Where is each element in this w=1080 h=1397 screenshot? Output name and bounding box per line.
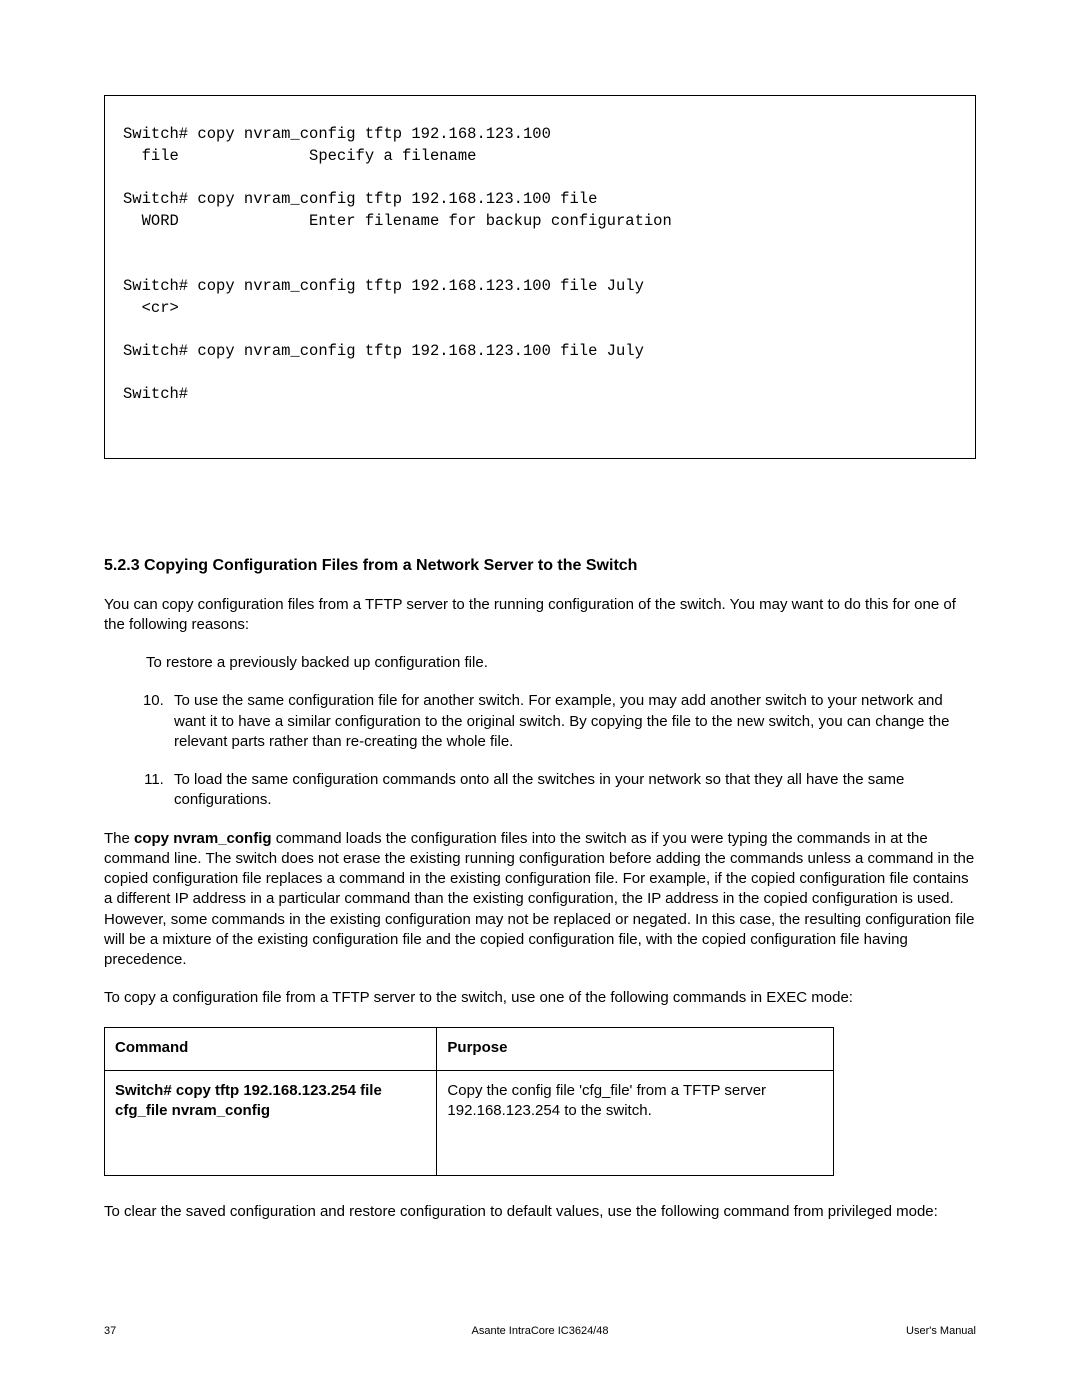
explain-before: The	[104, 830, 134, 847]
explain-paragraph: The copy nvram_config command loads the …	[104, 829, 976, 971]
purpose-cell: Copy the config file 'cfg_file' from a T…	[437, 1070, 834, 1176]
clear-paragraph: To clear the saved configuration and res…	[104, 1202, 976, 1222]
table-header-row: Command Purpose	[105, 1027, 834, 1070]
list-item: To load the same configuration commands …	[168, 770, 976, 811]
page-footer: 37 Asante IntraCore IC3624/48 User's Man…	[104, 1324, 976, 1339]
explain-after: command loads the configuration files in…	[104, 830, 974, 969]
footer-right: User's Manual	[906, 1324, 976, 1339]
command-cell: Switch# copy tftp 192.168.123.254 file c…	[105, 1070, 437, 1176]
table-leadin: To copy a configuration file from a TFTP…	[104, 988, 976, 1008]
terminal-output-box: Switch# copy nvram_config tftp 192.168.1…	[104, 95, 976, 459]
table-row: Switch# copy tftp 192.168.123.254 file c…	[105, 1070, 834, 1176]
reasons-list: To use the same configuration file for a…	[104, 691, 976, 810]
document-page: Switch# copy nvram_config tftp 192.168.1…	[0, 0, 1080, 1397]
column-header-purpose: Purpose	[437, 1027, 834, 1070]
restore-paragraph: To restore a previously backed up config…	[146, 653, 976, 673]
list-item: To use the same configuration file for a…	[168, 691, 976, 752]
intro-paragraph: You can copy configuration files from a …	[104, 595, 976, 636]
footer-center: Asante IntraCore IC3624/48	[104, 1324, 976, 1339]
command-table: Command Purpose Switch# copy tftp 192.16…	[104, 1027, 834, 1177]
inline-command: copy nvram_config	[134, 830, 272, 847]
section-number: 5.2.3	[104, 557, 140, 574]
section-heading: 5.2.3 Copying Configuration Files from a…	[104, 555, 976, 577]
section-title: Copying Configuration Files from a Netwo…	[144, 557, 637, 574]
column-header-command: Command	[105, 1027, 437, 1070]
page-number: 37	[104, 1324, 116, 1339]
